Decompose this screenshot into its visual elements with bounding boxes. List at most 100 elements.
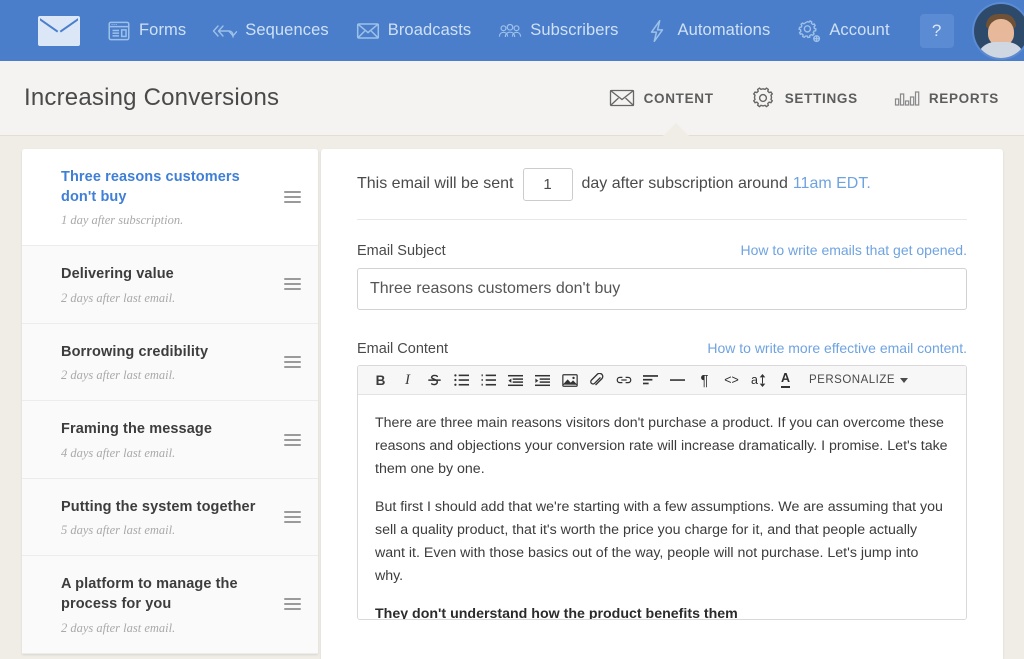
- chevron-down-icon: [900, 378, 908, 383]
- envelope-logo[interactable]: [38, 16, 80, 46]
- subject-field-header: Email Subject How to write emails that g…: [357, 220, 967, 268]
- sequence-email-timing: 2 days after last email.: [61, 621, 272, 636]
- outdent-icon[interactable]: [502, 367, 529, 394]
- sequence-email-title: Three reasons customers don't buy: [61, 168, 272, 207]
- personalize-dropdown[interactable]: PERSONALIZE: [809, 374, 908, 386]
- email-subject-label: Email Subject: [357, 243, 446, 259]
- send-middle-text: day after subscription around: [582, 175, 788, 193]
- list-item[interactable]: Putting the system together 5 days after…: [22, 479, 318, 557]
- bar-chart-icon: [894, 86, 920, 110]
- sub-header: Increasing Conversions CONTENT SETTING: [0, 61, 1024, 136]
- drag-handle-icon[interactable]: [284, 356, 301, 368]
- gear-icon: [750, 86, 776, 110]
- content-field-header: Email Content How to write more effectiv…: [357, 310, 967, 365]
- tab-content[interactable]: CONTENT: [609, 86, 714, 110]
- drag-handle-icon[interactable]: [284, 598, 301, 610]
- list-item[interactable]: A platform to manage the process for you…: [22, 556, 318, 653]
- sequence-email-timing: 4 days after last email.: [61, 446, 272, 461]
- attachment-icon[interactable]: [583, 367, 610, 394]
- nav-label-broadcasts: Broadcasts: [388, 21, 472, 40]
- link-icon[interactable]: [610, 367, 637, 394]
- email-body-editor[interactable]: There are three main reasons visitors do…: [358, 395, 966, 619]
- avatar-shirt: [977, 42, 1024, 58]
- align-left-icon[interactable]: [637, 367, 664, 394]
- list-item[interactable]: Delivering value 2 days after last email…: [22, 246, 318, 324]
- list-item[interactable]: Three reasons customers don't buy 1 day …: [22, 149, 318, 246]
- send-prefix-text: This email will be sent: [357, 175, 514, 193]
- drag-handle-icon[interactable]: [284, 434, 301, 446]
- broadcasts-icon: [355, 18, 381, 44]
- strikethrough-icon[interactable]: [421, 367, 448, 394]
- automations-icon: [644, 18, 670, 44]
- tab-settings[interactable]: SETTINGS: [750, 86, 858, 110]
- drag-handle-icon[interactable]: [284, 511, 301, 523]
- page-title: Increasing Conversions: [24, 84, 279, 112]
- forms-icon: [106, 18, 132, 44]
- font-size-icon[interactable]: a: [745, 367, 772, 394]
- active-tab-caret: [663, 123, 689, 136]
- sequence-email-list: Three reasons customers don't buy 1 day …: [22, 149, 318, 654]
- list-item[interactable]: Borrowing credibility 2 days after last …: [22, 324, 318, 402]
- list-item[interactable]: Framing the message 4 days after last em…: [22, 401, 318, 479]
- email-subject-input[interactable]: [357, 268, 967, 310]
- send-schedule-row: This email will be sent day after subscr…: [357, 149, 967, 219]
- nav-label-sequences: Sequences: [245, 21, 328, 40]
- italic-icon[interactable]: I: [394, 367, 421, 394]
- email-body-paragraph: But first I should add that we're starti…: [375, 496, 949, 588]
- sequence-email-title: Putting the system together: [61, 498, 272, 518]
- nav-item-subscribers[interactable]: Subscribers: [497, 18, 618, 44]
- sequence-email-timing: 5 days after last email.: [61, 523, 272, 538]
- drag-handle-icon[interactable]: [284, 278, 301, 290]
- nav-item-sequences[interactable]: Sequences: [212, 18, 328, 44]
- nav-item-forms[interactable]: Forms: [106, 18, 186, 44]
- send-delay-input[interactable]: [523, 168, 573, 201]
- text-color-icon[interactable]: A: [772, 367, 799, 394]
- email-body-heading: They don't understand how the product be…: [375, 603, 949, 619]
- nav-label-account: Account: [829, 21, 889, 40]
- sequences-icon: [212, 18, 238, 44]
- code-icon[interactable]: <>: [718, 367, 745, 394]
- nav-label-subscribers: Subscribers: [530, 21, 618, 40]
- sequence-email-title: Borrowing credibility: [61, 343, 272, 363]
- envelope-icon: [609, 86, 635, 110]
- section-tabs: CONTENT SETTINGS REPORTS: [573, 86, 999, 110]
- sequence-email-title: Delivering value: [61, 265, 272, 285]
- rich-text-editor: B I: [357, 365, 967, 620]
- sequence-email-title: Framing the message: [61, 420, 272, 440]
- numbered-list-icon[interactable]: [475, 367, 502, 394]
- help-button[interactable]: ?: [920, 14, 954, 48]
- page-body: Three reasons customers don't buy 1 day …: [0, 136, 1024, 649]
- nav-item-broadcasts[interactable]: Broadcasts: [355, 18, 472, 44]
- horizontal-rule-icon[interactable]: [664, 367, 691, 394]
- avatar[interactable]: [974, 4, 1024, 58]
- top-navigation-bar: Forms Sequences Broadcasts: [0, 0, 1024, 61]
- send-time-link[interactable]: 11am EDT.: [793, 175, 871, 193]
- subscribers-icon: [497, 18, 523, 44]
- account-gear-icon: [796, 18, 822, 44]
- content-help-link[interactable]: How to write more effective email conten…: [707, 340, 967, 356]
- indent-icon[interactable]: [529, 367, 556, 394]
- editor-toolbar: B I: [358, 366, 966, 395]
- nav-label-automations: Automations: [677, 21, 770, 40]
- sequence-email-title: A platform to manage the process for you: [61, 575, 272, 614]
- nav-label-forms: Forms: [139, 21, 186, 40]
- paragraph-icon[interactable]: ¶: [691, 367, 718, 394]
- subject-help-link[interactable]: How to write emails that get opened.: [741, 242, 967, 258]
- image-icon[interactable]: [556, 367, 583, 394]
- tab-reports[interactable]: REPORTS: [894, 86, 999, 110]
- email-content-label: Email Content: [357, 341, 448, 357]
- bold-icon[interactable]: B: [367, 367, 394, 394]
- sequence-email-timing: 2 days after last email.: [61, 368, 272, 383]
- nav-item-automations[interactable]: Automations: [644, 18, 770, 44]
- personalize-label: PERSONALIZE: [809, 374, 895, 386]
- nav-item-account[interactable]: Account: [796, 18, 889, 44]
- bullet-list-icon[interactable]: [448, 367, 475, 394]
- tab-label-settings: SETTINGS: [785, 91, 858, 106]
- email-editor-panel: This email will be sent day after subscr…: [321, 149, 1003, 659]
- sequence-email-timing: 1 day after subscription.: [61, 213, 272, 228]
- tab-label-reports: REPORTS: [929, 91, 999, 106]
- drag-handle-icon[interactable]: [284, 191, 301, 203]
- email-body-paragraph: There are three main reasons visitors do…: [375, 412, 949, 481]
- tab-label-content: CONTENT: [644, 91, 714, 106]
- sequence-email-timing: 2 days after last email.: [61, 291, 272, 306]
